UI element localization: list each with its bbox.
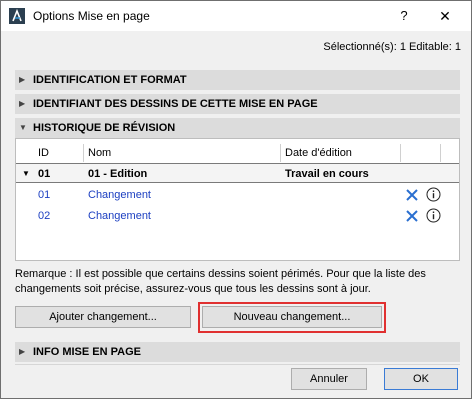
column-header-name[interactable]: Nom [84, 144, 281, 162]
table-header: ID Nom Date d'édition [16, 144, 459, 162]
divider [15, 364, 460, 365]
triangle-right-icon: ▶ [19, 99, 26, 108]
remark-text: Remarque : Il est possible que certains … [15, 268, 426, 295]
section-identifiant[interactable]: ▶ IDENTIFIANT DES DESSINS DE CETTE MISE … [15, 94, 460, 114]
add-change-button[interactable]: Ajouter changement... [15, 306, 191, 328]
info-icon[interactable] [426, 208, 441, 223]
help-button[interactable]: ? [393, 6, 415, 26]
new-change-button[interactable]: Nouveau changement... [202, 306, 382, 328]
change-row[interactable]: 01 Changement [16, 185, 459, 205]
window-title: Options Mise en page [33, 9, 150, 23]
close-button[interactable]: ✕ [433, 6, 457, 26]
edition-name: 01 - Edition [88, 168, 148, 180]
section-label: HISTORIQUE DE RÉVISION [33, 122, 176, 134]
change-id: 01 [38, 189, 51, 201]
title-bar: Options Mise en page ? ✕ [1, 1, 471, 31]
triangle-right-icon: ▶ [19, 347, 26, 356]
archicad-logo-icon [9, 8, 25, 24]
section-historique[interactable]: ▼ HISTORIQUE DE RÉVISION [15, 118, 460, 138]
triangle-right-icon: ▶ [19, 75, 26, 84]
change-id: 02 [38, 210, 51, 222]
edition-row[interactable]: ▼ 01 01 - Edition Travail en cours [16, 163, 459, 183]
selection-info: Sélectionné(s): 1 Editable: 1 [323, 41, 461, 53]
section-label: IDENTIFIANT DES DESSINS DE CETTE MISE EN… [33, 98, 318, 110]
change-row[interactable]: 02 Changement [16, 206, 459, 226]
revision-table: ID Nom Date d'édition ▼ 01 01 - Edition … [15, 138, 460, 261]
section-identification[interactable]: ▶ IDENTIFICATION ET FORMAT [15, 70, 460, 90]
edition-id: 01 [38, 168, 51, 180]
delete-x-icon[interactable] [405, 209, 419, 223]
column-header-id[interactable]: ID [34, 144, 84, 162]
section-info[interactable]: ▶ INFO MISE EN PAGE [15, 342, 460, 362]
column-header-date[interactable]: Date d'édition [281, 144, 401, 162]
triangle-down-icon: ▼ [19, 123, 27, 132]
cancel-button[interactable]: Annuler [291, 368, 367, 390]
delete-x-icon[interactable] [405, 188, 419, 202]
triangle-down-icon[interactable]: ▼ [22, 164, 30, 184]
options-dialog: Options Mise en page ? ✕ Sélectionné(s):… [0, 0, 472, 399]
info-icon[interactable] [426, 187, 441, 202]
ok-button[interactable]: OK [384, 368, 458, 390]
section-label: INFO MISE EN PAGE [33, 346, 141, 358]
column-header-empty [401, 144, 441, 162]
change-name: Changement [88, 210, 151, 222]
change-name: Changement [88, 189, 151, 201]
edition-date: Travail en cours [285, 168, 369, 180]
section-label: IDENTIFICATION ET FORMAT [33, 74, 187, 86]
